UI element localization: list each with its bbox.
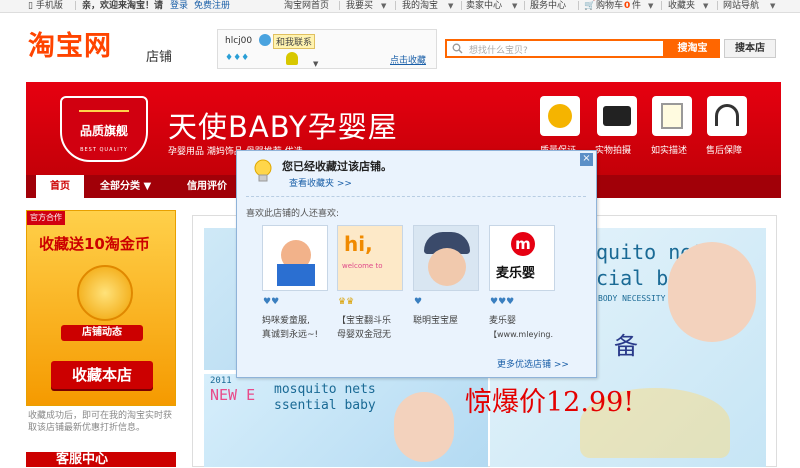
bei-text: 备 (614, 332, 638, 360)
promo-title: 收藏送10淘金币 (39, 235, 150, 253)
shop-rank-icon: ♥ (414, 297, 423, 307)
shop-thumbnail[interactable] (413, 225, 479, 291)
notepad-icon (652, 96, 692, 136)
register-link[interactable]: 免费注册 (194, 0, 230, 12)
nav-link-sitemap[interactable]: 网站导航 (723, 0, 759, 12)
search-icon (452, 43, 463, 54)
tab-all-categories[interactable]: 全部分类 ▼ (100, 175, 151, 198)
coin-mascot-icon (77, 265, 133, 321)
tab-home[interactable]: 首页 (36, 175, 84, 198)
search-store-button[interactable]: 搜本店 (724, 39, 776, 58)
year-text: 2011 (210, 376, 232, 386)
cart-icon[interactable]: 🛒 (584, 0, 595, 12)
tab-credit-rating[interactable]: 信用评价 (187, 175, 227, 198)
shop-rank-icon: ♛♛ (338, 297, 355, 307)
shop-name[interactable]: 聪明宝宝屋 (413, 314, 458, 328)
quality-badge: 品质旗舰 BEST QUALITY (60, 96, 148, 162)
more-shops-link[interactable]: 更多优选店铺 >> (497, 357, 569, 370)
mobile-link[interactable]: ▯ 手机版 (28, 0, 63, 12)
favorite-note: 收藏成功后，即可在我的淘宝实时获取该店铺最新优惠打折信息。 (28, 411, 173, 433)
medal-icon (286, 52, 298, 65)
chevron-down-icon[interactable]: ▼ (313, 60, 318, 68)
wangwang-icon[interactable] (259, 34, 271, 46)
badge-subtitle: BEST QUALITY (80, 147, 128, 153)
seller-info-box: hlcj00 和我联系 ♦♦♦ ▼ 点击收藏 (217, 29, 437, 69)
nav-link-buy[interactable]: 我要买 (346, 0, 373, 12)
view-favorites-link[interactable]: 查看收藏夹 >> (289, 176, 352, 189)
badge-title: 品质旗舰 (79, 124, 128, 138)
shop-name[interactable]: 妈咪爱童服, 真诚到永远~! (262, 314, 318, 342)
feature-label: 如实描述 (651, 146, 688, 156)
corner-tag: 官方合作 (27, 211, 65, 225)
shop-rank-icon: ♥♥ (263, 297, 280, 307)
mosquito-text: BODY NECESSITY (598, 294, 666, 303)
chevron-down-icon[interactable]: ▼ (381, 0, 386, 12)
search-placeholder: 想找什么宝贝? (469, 46, 528, 56)
top-bar: ▯ 手机版 | 亲，欢迎来淘宝！请 登录 免费注册 淘宝网首页 | 我要买 ▼ … (0, 0, 800, 13)
quality-guarantee-icon (540, 96, 580, 136)
search-taobao-button[interactable]: 搜淘宝 (665, 39, 720, 58)
also-like-label: 喜欢此店铺的人还喜欢: (246, 209, 340, 219)
cart-count: 0 (624, 1, 631, 11)
price-banner: 惊爆价12.99! (465, 387, 635, 418)
chevron-down-icon[interactable]: ▼ (448, 0, 453, 12)
customer-service-box[interactable]: 客服中心 (26, 452, 176, 467)
product-image[interactable]: 2011 NEW E mosquito nets ssential baby (204, 374, 488, 467)
close-icon[interactable]: × (580, 153, 593, 166)
chevron-down-icon[interactable]: ▼ (512, 0, 517, 12)
shop-name[interactable]: 【宝宝翻斗乐 母婴双金冠无 (337, 314, 391, 342)
baby-photo (394, 392, 454, 462)
cart-unit: 件 (632, 1, 642, 11)
shop-rank-icon: ♥♥♥ (490, 297, 515, 307)
shop-thumbnail[interactable]: m 麦乐婴 (489, 225, 555, 291)
search-input[interactable]: 想找什么宝贝? (445, 39, 665, 58)
favorite-store-link[interactable]: 点击收藏 (390, 53, 426, 66)
shop-name[interactable]: 麦乐婴 【www.mleying. (489, 314, 553, 342)
contact-button[interactable]: 和我联系 (273, 34, 316, 49)
favorite-store-button[interactable]: 收藏本店 (51, 361, 153, 389)
lightbulb-icon (254, 159, 272, 182)
camera-icon (597, 96, 637, 136)
seller-name[interactable]: hlcj00 (225, 36, 252, 46)
mosquito-text: mosquito nets (274, 382, 376, 397)
chevron-down-icon[interactable]: ▼ (770, 0, 775, 12)
nav-link-service[interactable]: 服务中心 (530, 0, 566, 12)
popup-divider (246, 196, 586, 197)
store-news-tag: 店铺动态 (61, 325, 143, 341)
mosquito-text: ssential baby (274, 398, 376, 413)
cart-link[interactable]: 购物车 (596, 0, 623, 12)
nav-link-home[interactable]: 淘宝网首页 (284, 0, 329, 12)
chevron-down-icon[interactable]: ▼ (648, 0, 653, 12)
new-text: NEW E (210, 386, 256, 404)
chevron-down-icon[interactable]: ▼ (703, 0, 708, 12)
shop-thumbnail[interactable]: hi, welcome to (337, 225, 403, 291)
headset-icon (707, 96, 747, 136)
nav-link-seller[interactable]: 卖家中心 (466, 0, 502, 12)
logo-subtitle: 店铺 (146, 50, 173, 65)
feature-label: 售后保障 (706, 146, 743, 156)
baby-photo (668, 242, 756, 342)
welcome-text: 亲，欢迎来淘宝！请 (82, 1, 164, 11)
feature-label: 实物拍摄 (595, 146, 632, 156)
nav-link-favorites[interactable]: 收藏夹 (668, 0, 695, 12)
diamond-rank-icon: ♦♦♦ (225, 53, 250, 63)
shop-thumbnail[interactable] (262, 225, 328, 291)
taobao-logo[interactable]: 淘宝网 (28, 30, 112, 64)
login-link[interactable]: 登录 (170, 0, 188, 12)
store-title: 天使BABY孕婴屋 (168, 110, 398, 144)
popup-message: 您已经收藏过该店铺。 (282, 160, 392, 173)
favorite-promo-ad[interactable]: 官方合作 收藏送10淘金币 店铺动态 收藏本店 (26, 210, 176, 406)
nav-link-my-taobao[interactable]: 我的淘宝 (402, 0, 438, 12)
